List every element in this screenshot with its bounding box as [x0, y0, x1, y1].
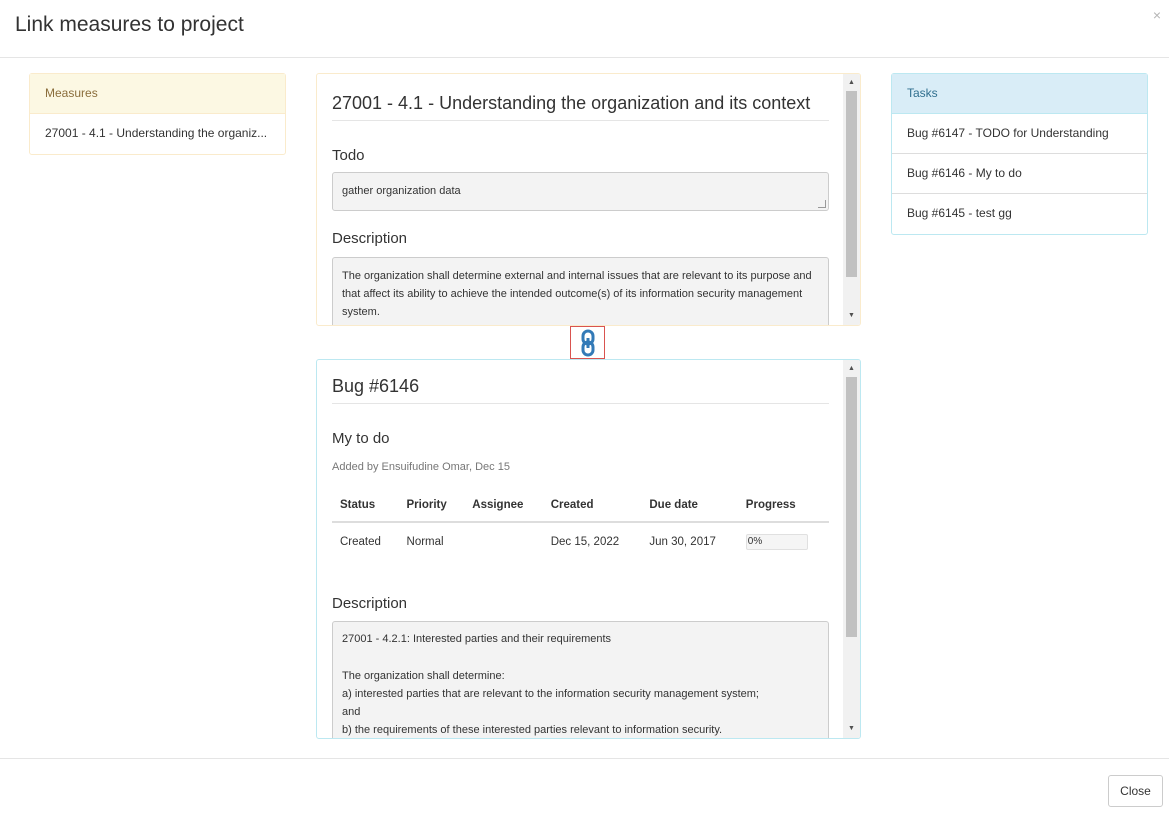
- task-detail-card: Bug #6146 My to do Added by Ensuifudine …: [316, 359, 861, 739]
- task-description-label: Description: [332, 595, 408, 612]
- measure-list-item[interactable]: 27001 - 4.1 - Understanding the organiz.…: [30, 114, 285, 154]
- description-line: 27001 - 4.2.1: Interested parties and th…: [342, 633, 612, 645]
- description-line: and: [342, 706, 361, 718]
- task-card-scrollbar[interactable]: ▲ ▼: [843, 360, 860, 738]
- todo-label: Todo: [332, 147, 365, 164]
- task-description-textarea[interactable]: 27001 - 4.2.1: Interested parties and th…: [332, 621, 829, 738]
- task-priority: Normal: [406, 536, 444, 548]
- modal-header: Link measures to project ×: [0, 0, 1169, 58]
- column-header-priority: Priority: [398, 489, 465, 523]
- task-due-date: Jun 30, 2017: [649, 536, 716, 548]
- progress-label: 0%: [747, 536, 763, 547]
- column-header-assignee: Assignee: [464, 489, 543, 523]
- tasks-panel: Tasks Bug #6147 - TODO for Understanding…: [891, 73, 1148, 235]
- measure-title: 27001 - 4.1 - Understanding the organiza…: [332, 74, 829, 121]
- task-info-table: Status Priority Assignee Created Due dat…: [332, 489, 829, 561]
- description-line: b) the requirements of these interested …: [342, 724, 723, 736]
- resize-grip-icon[interactable]: [818, 200, 826, 208]
- task-title: Bug #6146: [332, 360, 829, 404]
- scroll-thumb[interactable]: [846, 377, 857, 637]
- link-icon: [581, 329, 594, 356]
- measure-card-scrollbar[interactable]: ▲ ▼: [843, 74, 860, 325]
- measures-panel-heading: Measures: [30, 74, 285, 114]
- description-line: [342, 648, 819, 667]
- description-label: Description: [332, 230, 408, 247]
- column-header-status: Status: [332, 489, 399, 523]
- task-status: Created: [340, 536, 381, 548]
- task-list-item[interactable]: Bug #6146 - My to do: [892, 154, 1147, 194]
- scroll-up-arrow-icon[interactable]: ▲: [843, 362, 860, 376]
- scroll-thumb[interactable]: [846, 91, 857, 277]
- close-icon[interactable]: ×: [1153, 8, 1161, 22]
- measure-detail-card: 27001 - 4.1 - Understanding the organiza…: [316, 73, 861, 326]
- progress-bar: 0%: [745, 534, 808, 550]
- link-button[interactable]: [570, 326, 605, 359]
- scroll-down-arrow-icon[interactable]: ▼: [843, 309, 860, 323]
- measure-detail-content: 27001 - 4.1 - Understanding the organiza…: [332, 74, 829, 325]
- modal-footer: Close: [0, 758, 1169, 818]
- todo-textarea[interactable]: gather organization data: [332, 172, 829, 211]
- tasks-panel-heading: Tasks: [892, 74, 1147, 114]
- description-line: The organization shall determine:: [342, 670, 505, 682]
- todo-text: gather organization data: [342, 185, 461, 197]
- task-created: Dec 15, 2022: [550, 536, 620, 548]
- column-header-created: Created: [542, 489, 642, 523]
- modal-title: Link measures to project: [15, 13, 244, 36]
- task-assignee: [464, 522, 542, 561]
- column-header-progress: Progress: [737, 489, 829, 523]
- column-header-due-date: Due date: [641, 489, 738, 523]
- table-row: Created Normal Dec 15, 2022 Jun 30, 2017…: [332, 522, 829, 561]
- task-added-by: Added by Ensuifudine Omar, Dec 15: [332, 461, 510, 473]
- description-line: a) interested parties that are relevant …: [342, 688, 759, 700]
- measure-description-textarea[interactable]: The organization shall determine externa…: [332, 257, 829, 325]
- task-progress-cell: 0%: [738, 522, 829, 561]
- measures-panel: Measures 27001 - 4.1 - Understanding the…: [29, 73, 286, 155]
- scroll-down-arrow-icon[interactable]: ▼: [843, 722, 860, 736]
- close-button[interactable]: Close: [1108, 775, 1163, 807]
- task-detail-content: Bug #6146 My to do Added by Ensuifudine …: [332, 360, 829, 738]
- table-header-row: Status Priority Assignee Created Due dat…: [332, 489, 829, 523]
- task-list-item[interactable]: Bug #6145 - test gg: [892, 194, 1147, 234]
- scroll-up-arrow-icon[interactable]: ▲: [843, 76, 860, 90]
- task-subject: My to do: [332, 430, 390, 447]
- task-list-item[interactable]: Bug #6147 - TODO for Understanding: [892, 114, 1147, 154]
- measure-description-text: The organization shall determine externa…: [342, 270, 812, 318]
